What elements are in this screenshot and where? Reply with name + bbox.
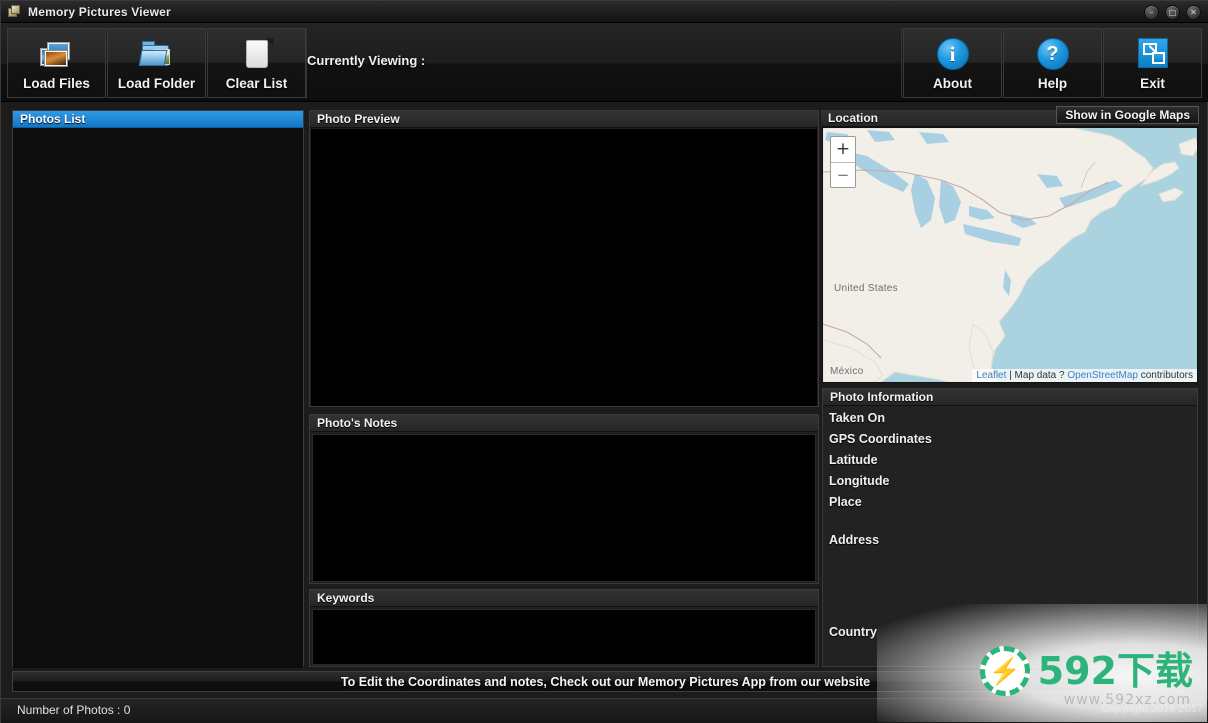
photo-notes-input[interactable] bbox=[312, 434, 816, 582]
status-bar: Number of Photos : 0 Copyright 2016 2017 bbox=[1, 698, 1208, 723]
photo-preview-header: Photo Preview bbox=[310, 111, 818, 128]
photo-information-header: Photo Information bbox=[823, 389, 1197, 406]
exit-button[interactable]: Exit bbox=[1103, 28, 1202, 98]
info-value-latitude bbox=[878, 453, 882, 467]
info-row-longitude: Longitude bbox=[823, 474, 1197, 488]
photo-information-panel: Photo Information Taken On GPS Coordinat… bbox=[822, 388, 1198, 667]
zoom-out-button[interactable]: − bbox=[831, 162, 855, 187]
load-folder-button[interactable]: Load Folder bbox=[107, 28, 206, 98]
app-pictures-icon bbox=[7, 4, 21, 19]
photos-list-panel: Photos List bbox=[12, 110, 304, 668]
leaflet-link[interactable]: Leaflet bbox=[976, 370, 1006, 381]
window-controls: – □ ✕ bbox=[1144, 5, 1201, 20]
show-in-google-maps-button[interactable]: Show in Google Maps bbox=[1056, 106, 1199, 124]
question-circle-icon: ? bbox=[1036, 38, 1069, 70]
photo-preview-panel: Photo Preview bbox=[309, 110, 819, 407]
clear-list-label: Clear List bbox=[225, 76, 288, 91]
info-value-place bbox=[862, 495, 866, 509]
info-row-taken-on: Taken On bbox=[823, 411, 1197, 425]
map-label-united-states: United States bbox=[834, 283, 898, 294]
blank-page-icon bbox=[240, 38, 274, 70]
currently-viewing-label: Currently Viewing : bbox=[307, 53, 426, 68]
map-tiles bbox=[823, 128, 1197, 382]
info-label-gps-coordinates: GPS Coordinates bbox=[829, 432, 932, 446]
right-column: Show in Google Maps Location + − United … bbox=[821, 106, 1199, 667]
info-value-country bbox=[877, 625, 881, 639]
info-row-place: Place bbox=[823, 495, 1197, 509]
info-value-address bbox=[879, 533, 883, 547]
photos-stack-icon bbox=[39, 38, 74, 70]
help-button[interactable]: ? Help bbox=[1003, 28, 1102, 98]
maximize-icon[interactable]: □ bbox=[1165, 5, 1180, 20]
window-title: Memory Pictures Viewer bbox=[28, 4, 171, 19]
attribution-mapdata: Map data ? bbox=[1014, 370, 1068, 381]
info-value-taken-on bbox=[885, 411, 889, 425]
about-label: About bbox=[933, 76, 972, 91]
info-row-country: Country bbox=[823, 625, 1197, 639]
openstreetmap-link[interactable]: OpenStreetMap bbox=[1067, 370, 1138, 381]
keywords-header: Keywords bbox=[310, 590, 818, 607]
photo-notes-panel: Photo's Notes bbox=[309, 414, 819, 584]
close-icon[interactable]: ✕ bbox=[1186, 5, 1201, 20]
info-label-longitude: Longitude bbox=[829, 474, 890, 488]
load-files-button[interactable]: Load Files bbox=[7, 28, 106, 98]
photo-count-status: Number of Photos : 0 bbox=[17, 703, 131, 717]
map-label-mexico: México bbox=[830, 366, 864, 377]
info-label-taken-on: Taken On bbox=[829, 411, 886, 425]
application-window: Memory Pictures Viewer – □ ✕ Load Files … bbox=[0, 0, 1208, 723]
middle-column: Photo Preview Photo's Notes Keywords bbox=[309, 110, 819, 667]
toolbar: Load Files Load Folder Clear List Curren… bbox=[1, 23, 1208, 102]
photo-notes-header: Photo's Notes bbox=[310, 415, 818, 432]
exit-label: Exit bbox=[1140, 76, 1165, 91]
load-files-label: Load Files bbox=[23, 76, 90, 91]
info-row-latitude: Latitude bbox=[823, 453, 1197, 467]
info-row-gps-coordinates: GPS Coordinates bbox=[823, 432, 1197, 446]
map-zoom-controls[interactable]: + − bbox=[830, 136, 856, 188]
photos-list-box[interactable] bbox=[13, 128, 303, 668]
info-label-country: Country bbox=[829, 625, 877, 639]
title-bar: Memory Pictures Viewer – □ ✕ bbox=[1, 1, 1208, 23]
keywords-input[interactable] bbox=[312, 609, 816, 665]
minimize-icon[interactable]: – bbox=[1144, 5, 1159, 20]
info-label-latitude: Latitude bbox=[829, 453, 878, 467]
info-value-longitude bbox=[889, 474, 893, 488]
help-label: Help bbox=[1037, 76, 1068, 91]
info-value-gps-coordinates bbox=[932, 432, 936, 446]
info-circle-icon: i bbox=[936, 38, 969, 70]
info-row-address: Address bbox=[823, 533, 1197, 547]
info-label-place: Place bbox=[829, 495, 862, 509]
map-attribution: Leaflet | Map data ? OpenStreetMap contr… bbox=[972, 369, 1197, 382]
about-button[interactable]: i About bbox=[903, 28, 1002, 98]
exit-window-icon bbox=[1137, 38, 1168, 68]
load-folder-label: Load Folder bbox=[117, 76, 196, 91]
attribution-contributors: contributors bbox=[1137, 370, 1193, 381]
photo-preview-image[interactable] bbox=[311, 129, 817, 406]
clear-list-button[interactable]: Clear List bbox=[207, 28, 306, 98]
info-label-address: Address bbox=[829, 533, 880, 547]
attribution-separator: | bbox=[1006, 370, 1015, 381]
photos-list-header: Photos List bbox=[13, 111, 303, 128]
promo-banner[interactable]: To Edit the Coordinates and notes, Check… bbox=[12, 671, 1199, 692]
zoom-in-button[interactable]: + bbox=[831, 137, 855, 162]
location-map[interactable]: + − United States México Leaflet | Map d… bbox=[822, 127, 1198, 383]
folder-open-icon bbox=[138, 38, 174, 70]
keywords-panel: Keywords bbox=[309, 589, 819, 667]
copyright-text: Copyright 2016 2017 bbox=[1100, 703, 1203, 715]
currently-viewing: Currently Viewing : bbox=[307, 53, 425, 68]
